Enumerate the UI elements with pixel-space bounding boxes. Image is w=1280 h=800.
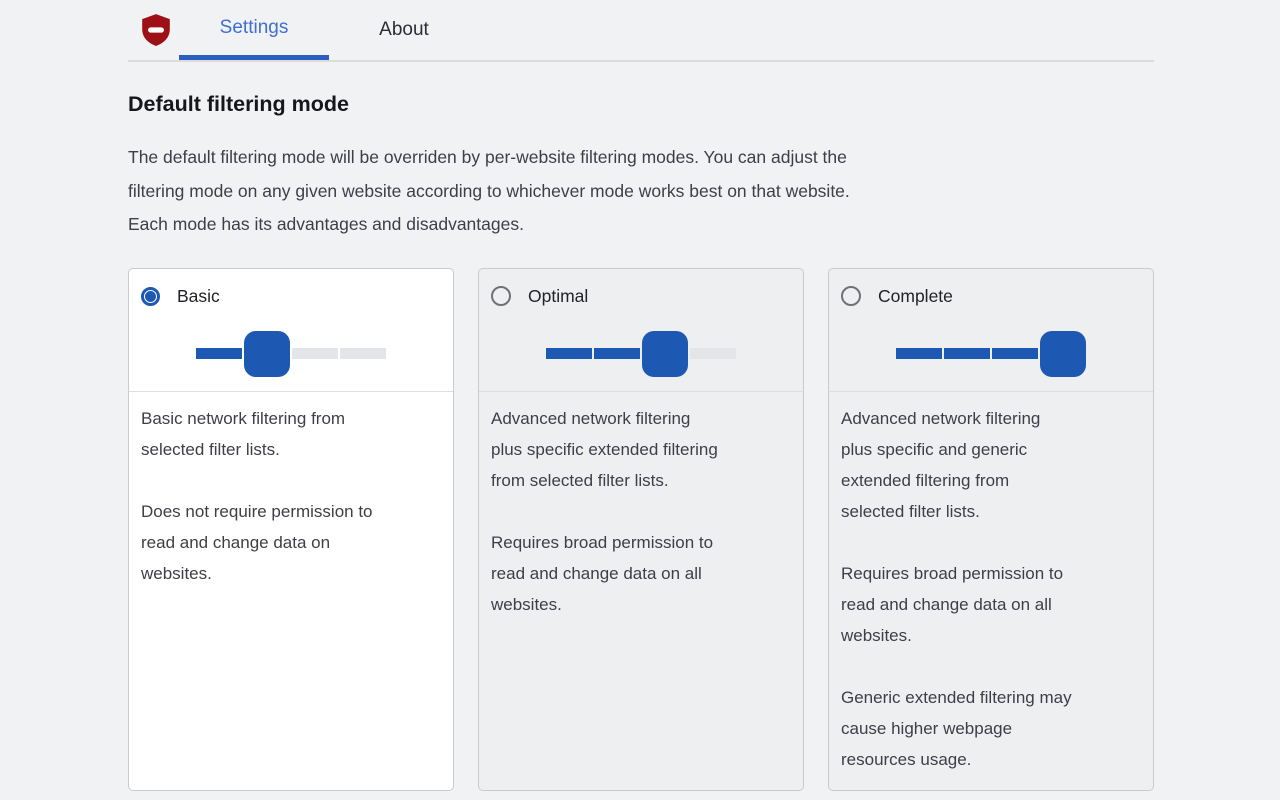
slider-segment-empty <box>292 348 338 359</box>
mode-description-basic: Basic network filtering from selected fi… <box>129 392 453 601</box>
slider-segment-filled <box>196 348 242 359</box>
mode-description-optimal: Advanced network filtering plus specific… <box>479 392 803 632</box>
slider-segment-filled <box>546 348 592 359</box>
ublock-shield-icon <box>139 13 173 47</box>
slider-thumb[interactable] <box>244 330 290 377</box>
mode-description-paragraph: Requires broad permission to read and ch… <box>841 563 1064 645</box>
filtering-level-slider-optimal[interactable] <box>546 330 736 377</box>
mode-radio-row: Optimal <box>491 286 791 307</box>
mode-description-paragraph: Advanced network filtering plus specific… <box>841 408 1041 521</box>
mode-description-paragraph: Generic extended filtering may cause hig… <box>841 687 1072 769</box>
tab-about[interactable]: About <box>329 0 479 60</box>
slider-segment-filled <box>992 348 1038 359</box>
mode-radio-row: Complete <box>841 286 1141 307</box>
mode-description-paragraph: Does not require permission to read and … <box>141 501 373 583</box>
slider-thumb[interactable] <box>1040 330 1086 377</box>
mode-card-head: Complete <box>829 269 1153 391</box>
tab-bar: Settings About <box>128 0 1154 62</box>
mode-label-complete: Complete <box>878 285 953 306</box>
mode-radio-optimal[interactable] <box>491 286 511 306</box>
mode-radio-basic[interactable] <box>141 286 160 306</box>
modes-grid: Basic Basic network filtering from selec… <box>128 267 1154 791</box>
filtering-level-slider-basic[interactable] <box>196 330 386 377</box>
mode-card-complete[interactable]: Complete Advanced network filtering plus… <box>828 267 1154 791</box>
mode-description-complete: Advanced network filtering plus specific… <box>829 392 1153 787</box>
mode-description-paragraph: Advanced network filtering plus specific… <box>491 408 718 490</box>
radio-dot-icon <box>145 290 156 302</box>
mode-card-basic[interactable]: Basic Basic network filtering from selec… <box>128 267 454 791</box>
slider-segment-empty <box>690 348 736 359</box>
mode-card-optimal[interactable]: Optimal Advanced network filtering plus … <box>478 267 804 791</box>
filtering-level-slider-complete[interactable] <box>896 330 1086 377</box>
tab-settings-label: Settings <box>219 16 289 38</box>
mode-radio-row: Basic <box>141 286 441 307</box>
slider-thumb[interactable] <box>642 330 688 377</box>
tab-about-label: About <box>379 19 429 40</box>
mode-label-optimal: Optimal <box>528 285 589 306</box>
page-title: Default filtering mode <box>128 92 349 116</box>
slider-segment-filled <box>896 348 942 359</box>
mode-card-head: Basic <box>129 269 453 391</box>
mode-radio-complete[interactable] <box>841 286 861 306</box>
settings-page: Settings About Default filtering mode Th… <box>0 0 1280 791</box>
slider-segment-filled <box>944 348 990 359</box>
mode-card-head: Optimal <box>479 269 803 391</box>
mode-description-paragraph: Requires broad permission to read and ch… <box>491 532 714 614</box>
slider-segment-empty <box>340 348 386 359</box>
tab-settings[interactable]: Settings <box>179 0 329 60</box>
slider-segment-filled <box>594 348 640 359</box>
mode-label-basic: Basic <box>177 285 220 306</box>
mode-description-paragraph: Basic network filtering from selected fi… <box>141 408 346 459</box>
page-description: The default filtering mode will be overr… <box>128 147 850 234</box>
